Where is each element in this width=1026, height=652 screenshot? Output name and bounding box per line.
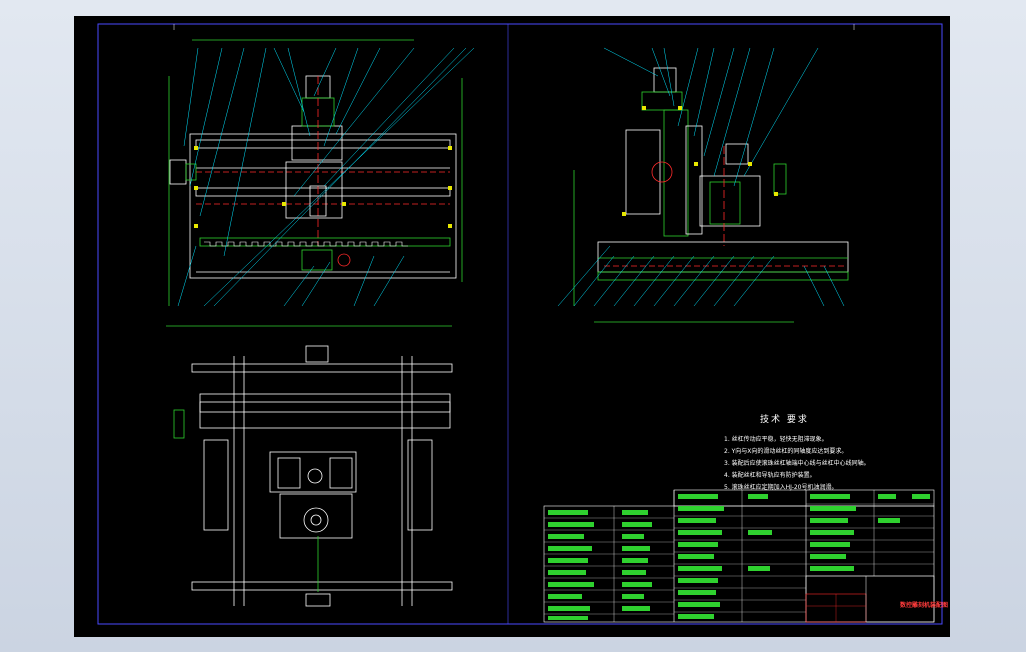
drawing-canvas: 技术 要求 1. 丝杠传动应平稳，轻快无阻滞现象。 2. Y向与X向的滑动丝杠的… bbox=[74, 16, 950, 637]
requirement-item-2: 2. Y向与X向的滑动丝杠的同轴度应达到要求。 bbox=[724, 448, 848, 455]
parts-list-table bbox=[543, 489, 935, 623]
requirement-item-4: 4. 装配丝杠和导轨应有防护装置。 bbox=[724, 472, 816, 479]
requirement-item-1: 1. 丝杠传动应平稳，轻快无阻滞现象。 bbox=[724, 436, 828, 443]
side-view bbox=[557, 47, 849, 323]
top-view bbox=[173, 345, 453, 607]
technical-requirements-title: 技术 要求 bbox=[760, 415, 809, 425]
cad-drawing bbox=[97, 23, 943, 625]
requirement-item-5: 5. 滚珠丝杠应定期加入HJ-20号机油润滑。 bbox=[724, 484, 838, 491]
requirement-item-3: 3. 装配后应使滚珠丝杠轴端中心线与丝杠中心线同轴。 bbox=[724, 460, 870, 467]
title-block-drawing-name: 数控雕刻机装配图 bbox=[900, 602, 949, 609]
front-view bbox=[166, 39, 475, 327]
